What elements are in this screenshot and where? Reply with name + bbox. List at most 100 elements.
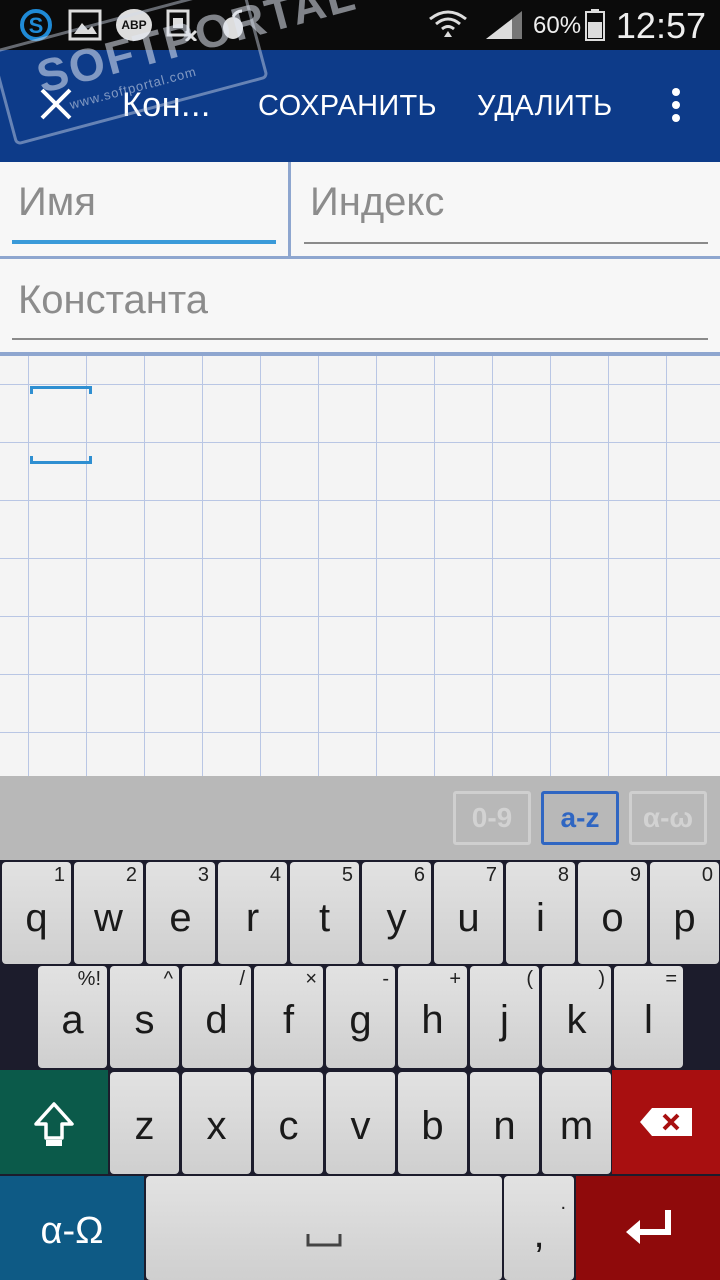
space-icon xyxy=(306,1234,342,1247)
formula-canvas[interactable] xyxy=(0,356,720,776)
key-f[interactable]: × f xyxy=(254,966,323,1068)
clock: 12:57 xyxy=(615,5,706,46)
key-label: u xyxy=(457,896,480,940)
keyboard-mode-bar: 0-9 a-z α-ω xyxy=(0,776,720,860)
divider xyxy=(288,162,291,256)
mode-digits-button[interactable]: 0-9 xyxy=(453,791,531,845)
key-n[interactable]: n xyxy=(470,1072,539,1174)
mode-greek-button[interactable]: α-ω xyxy=(629,791,707,845)
key-label: v xyxy=(350,1104,371,1148)
key-v[interactable]: v xyxy=(326,1072,395,1174)
save-button[interactable]: СОХРАНИТЬ xyxy=(258,90,437,123)
key-label: p xyxy=(673,896,696,940)
backspace-icon xyxy=(640,1108,692,1136)
key-label: m xyxy=(559,1104,594,1148)
key-secondary-label: 8 xyxy=(557,864,569,886)
key-secondary-label: 2 xyxy=(125,864,137,886)
key-label: k xyxy=(566,998,587,1042)
key-secondary-label: 9 xyxy=(629,864,641,886)
key-h[interactable]: + h xyxy=(398,966,467,1068)
adblock-icon: ABP xyxy=(116,9,152,41)
key-secondary-label: × xyxy=(305,968,317,990)
shift-key[interactable] xyxy=(0,1070,108,1174)
key-label: n xyxy=(493,1104,516,1148)
key-secondary-label: ^ xyxy=(163,968,173,990)
key-o[interactable]: 9o xyxy=(578,862,647,964)
key-m[interactable]: m xyxy=(542,1072,611,1174)
constant-placeholder: Константа xyxy=(18,278,208,322)
name-field[interactable]: Имя xyxy=(12,162,276,244)
key-i[interactable]: 8i xyxy=(506,862,575,964)
key-q[interactable]: 1q xyxy=(2,862,71,964)
key-d[interactable]: / d xyxy=(182,966,251,1068)
key-c[interactable]: c xyxy=(254,1072,323,1174)
key-label: x xyxy=(206,1104,227,1148)
key-secondary-label: - xyxy=(382,968,389,990)
skype-icon: S xyxy=(20,9,52,41)
signal-icon xyxy=(486,11,522,39)
shift-icon xyxy=(34,1102,74,1146)
key-label: h xyxy=(421,998,444,1042)
key-u[interactable]: 7u xyxy=(434,862,503,964)
key-secondary-label: 1 xyxy=(53,864,65,886)
key-b[interactable]: b xyxy=(398,1072,467,1174)
key-j[interactable]: (j xyxy=(470,966,539,1068)
key-e[interactable]: 3e xyxy=(146,862,215,964)
key-label: t xyxy=(318,896,331,940)
key-k[interactable]: ) k xyxy=(542,966,611,1068)
key-label: s xyxy=(134,998,155,1042)
key-r[interactable]: 4r xyxy=(218,862,287,964)
key-secondary-label: + xyxy=(449,968,461,990)
wifi-icon xyxy=(429,10,467,37)
page-title: Кон... xyxy=(122,86,211,124)
key-secondary-label: ) xyxy=(598,968,605,990)
constant-form: Имя Индекс Константа xyxy=(0,162,720,356)
mode-latin-button[interactable]: a-z xyxy=(541,791,619,845)
index-field[interactable]: Индекс xyxy=(304,162,708,244)
key-secondary-label: 5 xyxy=(341,864,353,886)
key-secondary-label: 6 xyxy=(413,864,425,886)
key-l[interactable]: = l xyxy=(614,966,683,1068)
key-a[interactable]: %! a xyxy=(38,966,107,1068)
key-g[interactable]: -g xyxy=(326,966,395,1068)
key-label: o xyxy=(601,896,624,940)
comma-key[interactable]: . , xyxy=(504,1176,574,1280)
name-placeholder: Имя xyxy=(18,180,96,224)
battery-icon xyxy=(585,9,605,41)
key-label: i xyxy=(536,896,545,940)
enter-icon xyxy=(626,1210,671,1244)
key-t[interactable]: 5t xyxy=(290,862,359,964)
constant-underline xyxy=(12,338,708,340)
gallery-icon xyxy=(68,9,102,41)
more-options-icon[interactable] xyxy=(666,88,686,128)
key-w[interactable]: 2w xyxy=(74,862,143,964)
key-secondary-label: 0 xyxy=(701,864,713,886)
key-label: a xyxy=(61,998,84,1042)
delete-button[interactable]: УДАЛИТЬ xyxy=(477,90,612,123)
key-secondary-label: %! xyxy=(77,968,101,990)
divider xyxy=(0,256,720,259)
greek-switch-key[interactable]: α-Ω xyxy=(0,1176,144,1280)
key-x[interactable]: x xyxy=(182,1072,251,1174)
enter-key[interactable] xyxy=(576,1176,720,1280)
space-key[interactable] xyxy=(146,1176,502,1280)
key-label: f xyxy=(282,998,295,1042)
key-label: y xyxy=(386,896,407,940)
constant-field[interactable]: Константа xyxy=(12,260,708,340)
key-s[interactable]: ^ s xyxy=(110,966,179,1068)
key-z[interactable]: z xyxy=(110,1072,179,1174)
close-icon[interactable] xyxy=(36,84,76,124)
key-label: r xyxy=(245,896,260,940)
key-secondary-label: ( xyxy=(526,968,533,990)
key-secondary-label: / xyxy=(239,968,245,990)
input-cursor-box[interactable] xyxy=(30,386,92,464)
index-placeholder: Индекс xyxy=(310,180,445,224)
status-bar: S ABP 60% 12:57 xyxy=(0,0,720,50)
key-label: d xyxy=(205,998,228,1042)
key-label: z xyxy=(134,1104,155,1148)
keyboard: 1q2w3e4r5t6y7u8i9o0p %! a ^ s / d × f - g + h(j) k = l… xyxy=(0,860,720,1280)
key-secondary-label: 3 xyxy=(197,864,209,886)
key-p[interactable]: 0p xyxy=(650,862,719,964)
key-y[interactable]: 6y xyxy=(362,862,431,964)
backspace-key[interactable] xyxy=(612,1070,720,1174)
